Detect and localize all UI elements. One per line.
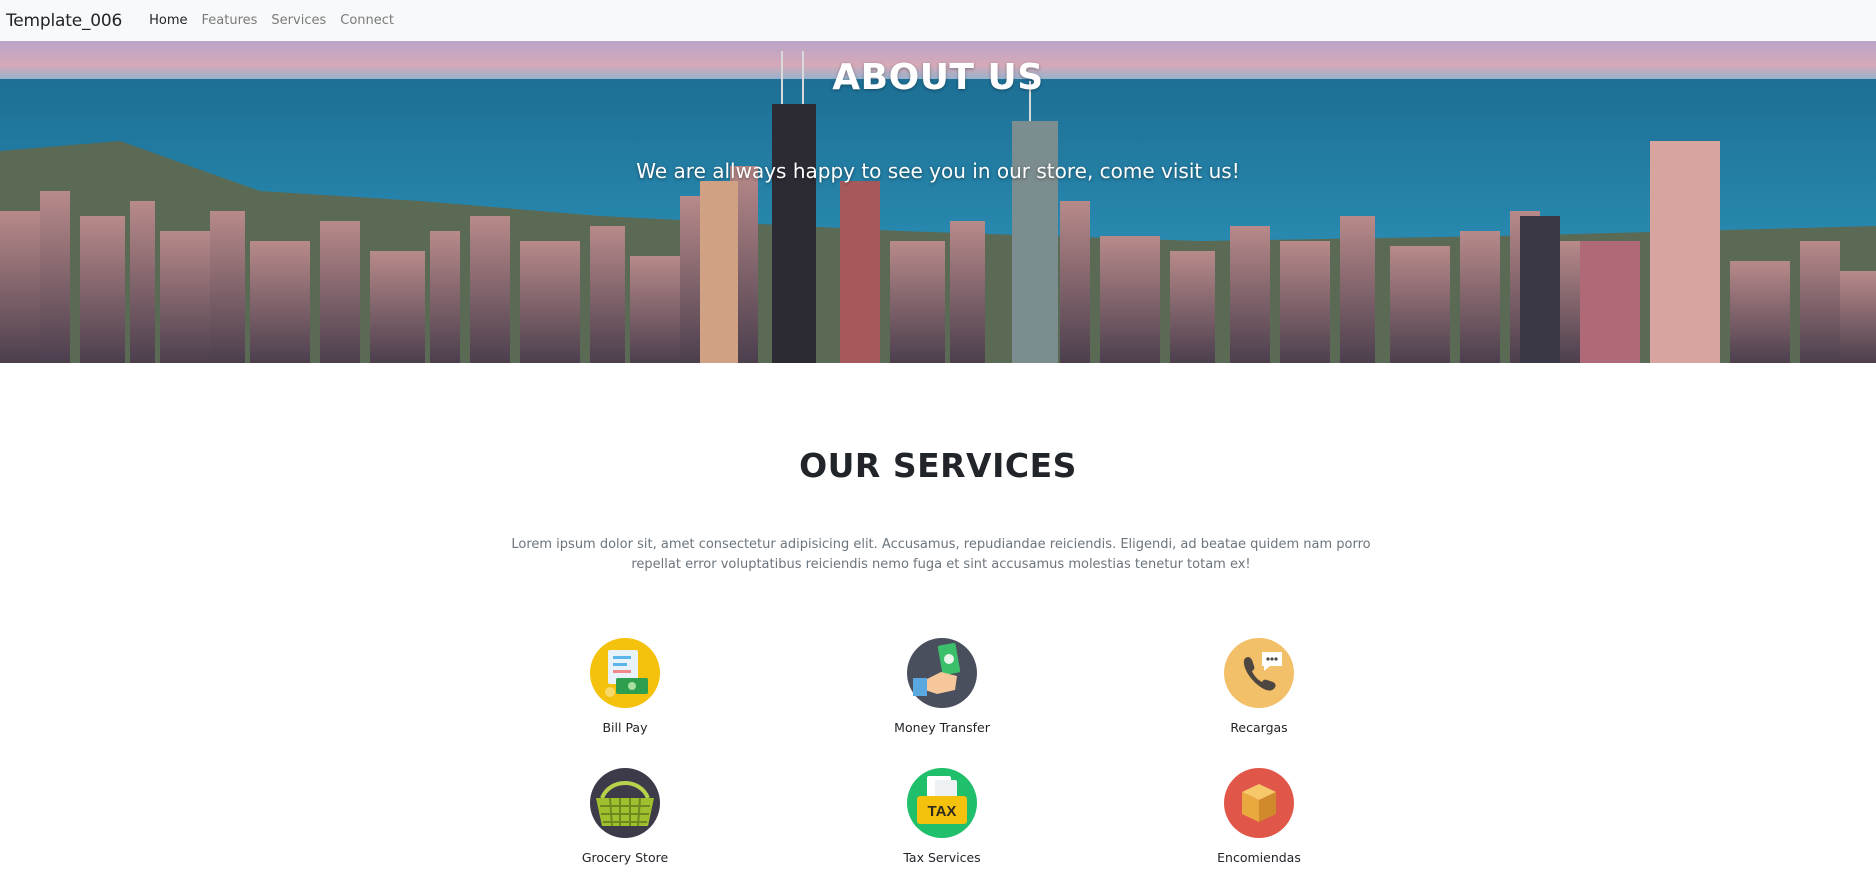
service-label: Money Transfer (894, 720, 990, 735)
services-description: Lorem ipsum dolor sit, amet consectetur … (511, 537, 1371, 572)
service-label: Encomiendas (1217, 850, 1301, 865)
navbar: Template_006 Home Features Services Conn… (0, 0, 1876, 41)
nav-connect[interactable]: Connect (333, 13, 401, 28)
services-title: OUR SERVICES (799, 446, 1077, 485)
nav-services[interactable]: Services (264, 13, 333, 28)
brand-logo[interactable]: Template_006 (6, 11, 122, 31)
tax-icon: TAX (907, 768, 977, 838)
hero-banner: ABOUT US We are allways happy to see you… (0, 41, 1876, 363)
nav-links: Home Features Services Connect (142, 13, 401, 28)
service-recargas[interactable]: Recargas (1159, 638, 1359, 735)
money-transfer-icon (907, 638, 977, 708)
service-label: Tax Services (903, 850, 981, 865)
hero-subtitle: We are allways happy to see you in our s… (636, 159, 1240, 183)
service-tax-services[interactable]: TAX Tax Services (842, 768, 1042, 865)
service-money-transfer[interactable]: Money Transfer (842, 638, 1042, 735)
bill-pay-icon (590, 638, 660, 708)
service-grocery-store[interactable]: Grocery Store (525, 768, 725, 865)
basket-icon (590, 768, 660, 838)
service-label: Bill Pay (602, 720, 648, 735)
service-label: Grocery Store (581, 850, 669, 865)
package-icon (1224, 768, 1294, 838)
phone-icon (1224, 638, 1294, 708)
nav-features[interactable]: Features (195, 13, 265, 28)
service-bill-pay[interactable]: Bill Pay (525, 638, 725, 735)
service-encomiendas[interactable]: Encomiendas (1159, 768, 1359, 865)
service-label: Recargas (1230, 720, 1288, 735)
nav-home[interactable]: Home (142, 13, 194, 28)
hero-title: ABOUT US (832, 57, 1044, 98)
tax-icon-text: TAX (928, 803, 957, 820)
